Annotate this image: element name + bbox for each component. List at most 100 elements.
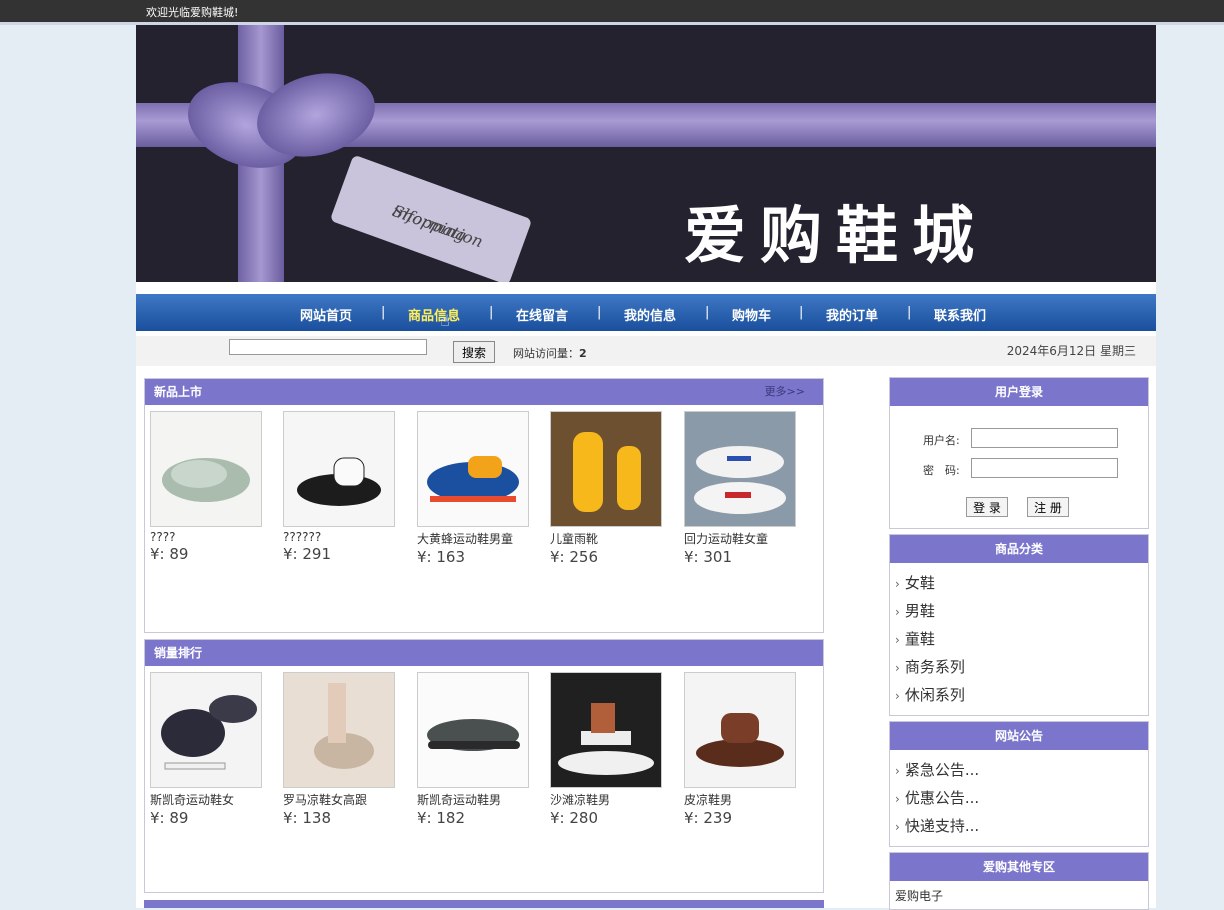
product-name[interactable]: 大黄蜂运动鞋男童 bbox=[417, 530, 547, 547]
password-label: 密 码: bbox=[923, 464, 960, 477]
other-zones-panel: 爱购其他专区 爱购电子 bbox=[889, 852, 1149, 910]
current-date: 2024年6月12日 星期三 bbox=[1006, 344, 1136, 358]
category-item[interactable]: 商务系列 bbox=[895, 653, 1148, 681]
category-item[interactable]: 休闲系列 bbox=[895, 681, 1148, 709]
new-products-panel: 新品上市 更多>> ???? ¥: 89 ?????? ¥: 291 大黄蜂运动… bbox=[144, 378, 824, 633]
category-item[interactable]: 童鞋 bbox=[895, 625, 1148, 653]
nav-messages[interactable]: 在线留言 bbox=[516, 305, 568, 324]
search-input[interactable] bbox=[229, 339, 427, 355]
nav-orders[interactable]: 我的订单 bbox=[826, 305, 878, 324]
bestsellers-list: 斯凯奇运动鞋女 ¥: 89 罗马凉鞋女高跟 ¥: 138 斯凯奇运动鞋男 ¥: … bbox=[145, 666, 823, 866]
notice-item[interactable]: 优惠公告... bbox=[895, 784, 1148, 812]
username-label: 用户名: bbox=[923, 434, 960, 447]
category-list: 女鞋 男鞋 童鞋 商务系列 休闲系列 bbox=[890, 563, 1148, 709]
product-image-leather-shoe[interactable] bbox=[283, 411, 395, 527]
register-button[interactable]: 注 册 bbox=[1027, 497, 1069, 517]
product-price: ¥: 301 bbox=[684, 548, 732, 566]
product-name[interactable]: ???? bbox=[150, 530, 280, 544]
visit-counter-value: 2 bbox=[579, 347, 587, 360]
password-field[interactable] bbox=[971, 458, 1118, 478]
nav-separator: | bbox=[799, 305, 804, 320]
product-image-beach-sandal[interactable] bbox=[550, 672, 662, 788]
categories-panel: 商品分类 女鞋 男鞋 童鞋 商务系列 休闲系列 bbox=[889, 534, 1149, 716]
notice-item[interactable]: 快递支持... bbox=[895, 812, 1148, 840]
notice-item[interactable]: 紧急公告... bbox=[895, 756, 1148, 784]
product-price: ¥: 291 bbox=[283, 545, 331, 563]
bestsellers-title: 销量排行 bbox=[154, 646, 203, 660]
nav-contact[interactable]: 联系我们 bbox=[934, 305, 986, 324]
visit-counter-label: 网站访问量： bbox=[513, 347, 579, 360]
product-card[interactable]: 回力运动鞋女童 ¥: 301 bbox=[684, 411, 814, 566]
product-price: ¥: 182 bbox=[417, 809, 465, 827]
nav-separator: | bbox=[489, 305, 494, 320]
visit-counter: 网站访问量：2 bbox=[513, 345, 587, 361]
product-image-men-sneaker[interactable] bbox=[417, 672, 529, 788]
product-image-white-sneaker[interactable] bbox=[684, 411, 796, 527]
product-image-rain-boot[interactable] bbox=[550, 411, 662, 527]
product-name[interactable]: 沙滩凉鞋男 bbox=[550, 791, 680, 808]
product-card[interactable]: ?????? ¥: 291 bbox=[283, 411, 413, 563]
username-field[interactable] bbox=[971, 428, 1118, 448]
search-bar: 搜索 网站访问量：2 2024年6月12日 星期三 bbox=[136, 336, 1156, 366]
new-products-list: ???? ¥: 89 ?????? ¥: 291 大黄蜂运动鞋男童 ¥: 163 bbox=[145, 405, 823, 605]
banner-gift-tag: Shopping information bbox=[329, 154, 533, 282]
product-card[interactable]: ???? ¥: 89 bbox=[150, 411, 280, 563]
product-card[interactable]: 斯凯奇运动鞋女 ¥: 89 bbox=[150, 672, 280, 827]
product-name[interactable]: 皮凉鞋男 bbox=[684, 791, 814, 808]
categories-header: 商品分类 bbox=[890, 535, 1148, 563]
site-banner: Shopping information 爱购鞋城 bbox=[136, 25, 1156, 282]
product-image-slipper[interactable] bbox=[150, 411, 262, 527]
product-price: ¥: 163 bbox=[417, 548, 465, 566]
product-name[interactable]: 罗马凉鞋女高跟 bbox=[283, 791, 413, 808]
nav-my-info[interactable]: 我的信息 bbox=[624, 305, 676, 324]
product-name[interactable]: 斯凯奇运动鞋女 bbox=[150, 791, 280, 808]
new-products-title: 新品上市 bbox=[154, 385, 203, 399]
new-products-header: 新品上市 更多>> bbox=[145, 379, 823, 405]
next-panel-header bbox=[144, 900, 824, 908]
product-name[interactable]: 儿童雨靴 bbox=[550, 530, 680, 547]
banner-title: 爱购鞋城 bbox=[684, 199, 989, 272]
product-card[interactable]: 斯凯奇运动鞋男 ¥: 182 bbox=[417, 672, 547, 827]
notice-list: 紧急公告... 优惠公告... 快递支持... bbox=[890, 750, 1148, 840]
product-name[interactable]: 回力运动鞋女童 bbox=[684, 530, 814, 547]
product-price: ¥: 89 bbox=[150, 545, 189, 563]
nav-home[interactable]: 网站首页 bbox=[300, 305, 352, 324]
nav-cart[interactable]: 购物车 bbox=[732, 305, 771, 324]
search-button[interactable]: 搜索 bbox=[453, 341, 495, 363]
category-item[interactable]: 女鞋 bbox=[895, 569, 1148, 597]
other-zones-header: 爱购其他专区 bbox=[890, 853, 1148, 881]
more-link[interactable]: 更多>> bbox=[765, 379, 805, 405]
product-price: ¥: 89 bbox=[150, 809, 189, 827]
product-image-leather-sandal[interactable] bbox=[684, 672, 796, 788]
page-container: Shopping information 爱购鞋城 网站首页 | 商品信息 | 在… bbox=[136, 25, 1156, 910]
product-card[interactable]: 大黄蜂运动鞋男童 ¥: 163 bbox=[417, 411, 547, 566]
tag-text-2: information bbox=[389, 201, 486, 252]
product-name[interactable]: 斯凯奇运动鞋男 bbox=[417, 791, 547, 808]
login-panel: 用户登录 用户名: 密 码: 登 录 注 册 bbox=[889, 377, 1149, 529]
main-nav: 网站首页 | 商品信息 | 在线留言 | 我的信息 | 购物车 | 我的订单 |… bbox=[136, 294, 1156, 331]
login-form: 用户名: 密 码: 登 录 注 册 bbox=[890, 406, 1148, 528]
welcome-text: 欢迎光临爱购鞋城! bbox=[146, 6, 239, 19]
product-image-roman-sandal[interactable] bbox=[283, 672, 395, 788]
nav-products[interactable]: 商品信息 bbox=[408, 305, 460, 324]
product-name[interactable]: ?????? bbox=[283, 530, 413, 544]
top-bar: 欢迎光临爱购鞋城! bbox=[0, 0, 1224, 22]
product-price: ¥: 256 bbox=[550, 548, 598, 566]
product-price: ¥: 239 bbox=[684, 809, 732, 827]
product-card[interactable]: 皮凉鞋男 ¥: 239 bbox=[684, 672, 814, 827]
category-item[interactable]: 男鞋 bbox=[895, 597, 1148, 625]
other-zone-item[interactable]: 爱购电子 bbox=[890, 881, 1148, 904]
product-card[interactable]: 沙滩凉鞋男 ¥: 280 bbox=[550, 672, 680, 827]
login-button[interactable]: 登 录 bbox=[966, 497, 1008, 517]
nav-separator: | bbox=[597, 305, 602, 320]
bestsellers-panel: 销量排行 斯凯奇运动鞋女 ¥: 89 罗马凉鞋女高跟 ¥: 138 斯凯奇运动鞋… bbox=[144, 639, 824, 893]
nav-separator: | bbox=[705, 305, 710, 320]
product-image-women-sneaker[interactable] bbox=[150, 672, 262, 788]
product-image-sneaker[interactable] bbox=[417, 411, 529, 527]
login-header: 用户登录 bbox=[890, 378, 1148, 406]
nav-separator: | bbox=[381, 305, 386, 320]
product-price: ¥: 138 bbox=[283, 809, 331, 827]
product-card[interactable]: 罗马凉鞋女高跟 ¥: 138 bbox=[283, 672, 413, 827]
bestsellers-header: 销量排行 bbox=[145, 640, 823, 666]
product-card[interactable]: 儿童雨靴 ¥: 256 bbox=[550, 411, 680, 566]
